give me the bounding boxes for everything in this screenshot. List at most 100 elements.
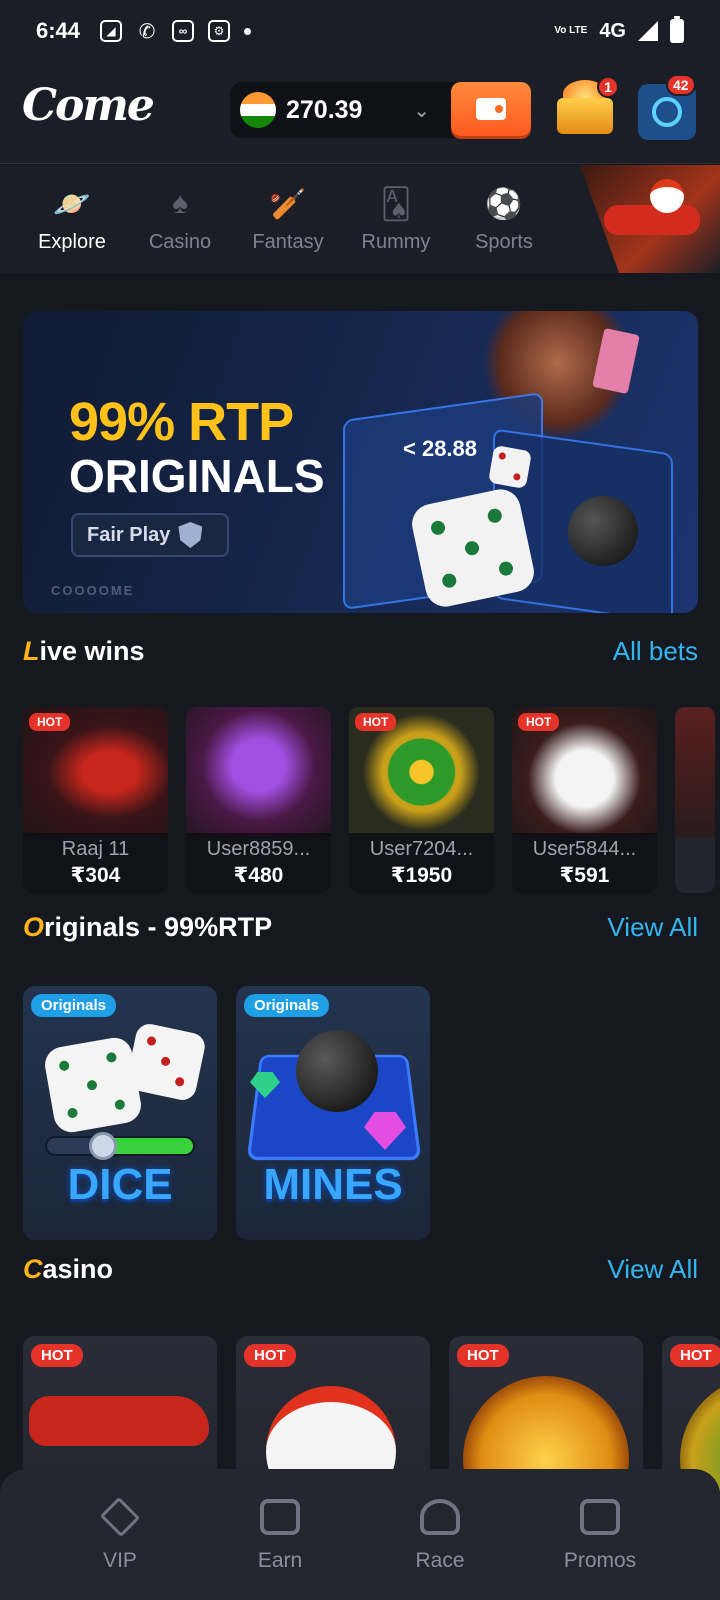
signal-icon — [638, 21, 658, 41]
shield-check-icon — [178, 522, 203, 548]
gift-icon — [580, 1499, 620, 1535]
bomb-image — [296, 1030, 378, 1112]
india-flag-icon — [240, 92, 276, 128]
tab-fantasy[interactable]: 🏏 Fantasy — [234, 165, 342, 273]
win-info: User7204... ₹1950 — [349, 833, 494, 893]
tab-label: Fantasy — [252, 231, 324, 253]
headset-icon — [652, 97, 682, 127]
win-amount: ₹591 — [559, 864, 610, 887]
tab-sports[interactable]: ⚽ Sports — [450, 165, 558, 273]
hot-badge: HOT — [518, 713, 560, 731]
link-app-icon: ∞ — [172, 20, 195, 42]
live-win-card[interactable]: HOT Raaj 11 ₹304 — [23, 707, 168, 893]
bonus-chest-button[interactable]: 1 — [553, 76, 619, 142]
tab-rummy[interactable]: 🂡 Rummy — [342, 165, 450, 273]
winner-name: User5844... — [532, 838, 637, 860]
casino-view-all-link[interactable]: View All — [607, 1254, 698, 1285]
hot-badge: HOT — [29, 713, 71, 731]
ball-icon: ⚽ — [485, 187, 523, 221]
tab-label: Casino — [148, 231, 212, 253]
live-win-card[interactable]: HOT User5844... ₹591 — [512, 707, 657, 893]
winner-name: User7204... — [369, 838, 474, 860]
originals-header: Originals - 99%RTP View All — [23, 912, 698, 943]
hot-badge: HOT — [244, 1344, 296, 1367]
bottom-nav: VIP Earn Race Promos — [0, 1469, 720, 1600]
title-initial: L — [23, 636, 40, 666]
win-amount: ₹480 — [233, 864, 284, 887]
call-icon: ✆ — [138, 20, 156, 43]
mines-game-card[interactable]: Originals MINES — [236, 986, 430, 1240]
section-title: Originals - 99%RTP — [23, 912, 272, 943]
fair-play-badge: Fair Play — [71, 513, 229, 557]
hot-badge: HOT — [355, 713, 397, 731]
rupee-card-icon — [260, 1499, 300, 1535]
win-info: Raaj 11 ₹304 — [23, 833, 168, 893]
partial-game-image — [675, 707, 715, 837]
live-win-card-partial[interactable] — [675, 707, 715, 893]
section-title: Live wins — [23, 636, 145, 667]
originals-list: Originals DICE Originals MINES — [23, 986, 430, 1240]
nav-label: Promos — [563, 1549, 637, 1572]
nav-earn[interactable]: Earn — [225, 1469, 335, 1600]
live-wins-header: Live wins All bets — [23, 636, 698, 667]
casino-header: Casino View All — [23, 1254, 698, 1285]
originals-badge: Originals — [244, 994, 330, 1017]
support-button[interactable]: 42 — [638, 74, 696, 140]
small-die-image — [487, 444, 533, 490]
app-notification-icon: ◢ — [100, 20, 123, 42]
winner-name: User8859... — [206, 838, 311, 860]
slider-knob-image — [89, 1132, 117, 1160]
status-bar: 6:44 ◢ ✆ ∞ ⚙ Vo LTE 4G — [0, 0, 720, 62]
promo-banner[interactable]: < 28.88 99% RTP ORIGINALS Fair Play COOO… — [23, 311, 698, 613]
nav-race[interactable]: Race — [385, 1469, 495, 1600]
trophy-icon — [420, 1499, 460, 1535]
tab-label: Rummy — [361, 231, 431, 253]
wallet-button[interactable] — [451, 82, 531, 136]
tab-casino[interactable]: ♠ Casino — [126, 165, 234, 273]
live-win-card[interactable]: HOT User7204... ₹1950 — [349, 707, 494, 893]
nav-label: Race — [415, 1549, 465, 1572]
title-initial: C — [23, 1254, 43, 1284]
more-notifications-dot — [244, 27, 252, 35]
status-time: 6:44 — [36, 18, 81, 43]
all-bets-link[interactable]: All bets — [613, 636, 698, 667]
volte-icon: Vo LTE — [554, 25, 588, 36]
dice-game-card[interactable]: Originals DICE — [23, 986, 217, 1240]
hot-badge: HOT — [31, 1344, 83, 1367]
title-initial: O — [23, 912, 45, 942]
settings-app-icon: ⚙ — [208, 20, 231, 42]
section-title: Casino — [23, 1254, 113, 1285]
game-title: DICE — [67, 1160, 173, 1209]
nav-vip[interactable]: VIP — [65, 1469, 175, 1600]
title-rest: ive wins — [39, 636, 145, 666]
win-info: User8859... ₹480 — [186, 833, 331, 893]
tab-explore[interactable]: 🪐 Explore — [18, 165, 126, 273]
live-win-card[interactable]: User8859... ₹480 — [186, 707, 331, 893]
network-type: 4G — [599, 19, 626, 42]
fair-play-label: Fair Play — [87, 523, 171, 546]
title-rest: asino — [42, 1254, 114, 1284]
bat-icon: 🏏 — [269, 187, 307, 221]
nav-label: VIP — [103, 1549, 137, 1572]
hot-badge: HOT — [670, 1344, 720, 1367]
win-amount: ₹1950 — [390, 864, 453, 887]
win-info: User5844... ₹591 — [512, 833, 657, 893]
game-title: MINES — [263, 1160, 403, 1209]
aviator-promo-thumbnail[interactable] — [580, 165, 720, 273]
treasure-chest-icon — [557, 98, 613, 134]
tab-label: Explore — [38, 231, 106, 253]
win-amount: ₹304 — [70, 864, 121, 887]
chevron-down-icon[interactable]: ⌄ — [413, 98, 430, 123]
nav-label: Earn — [257, 1549, 303, 1572]
originals-view-all-link[interactable]: View All — [607, 912, 698, 943]
banner-title: 99% RTP — [69, 392, 294, 452]
green-die-image — [42, 1035, 144, 1135]
app-logo[interactable]: Come — [22, 80, 155, 131]
planet-icon: 🪐 — [53, 187, 91, 221]
originals-badge: Originals — [31, 994, 117, 1017]
spade-icon: ♠ — [172, 187, 188, 220]
title-rest: riginals - 99%RTP — [44, 912, 273, 942]
nav-promos[interactable]: Promos — [545, 1469, 655, 1600]
plane-image — [604, 205, 700, 235]
battery-icon — [670, 16, 684, 43]
